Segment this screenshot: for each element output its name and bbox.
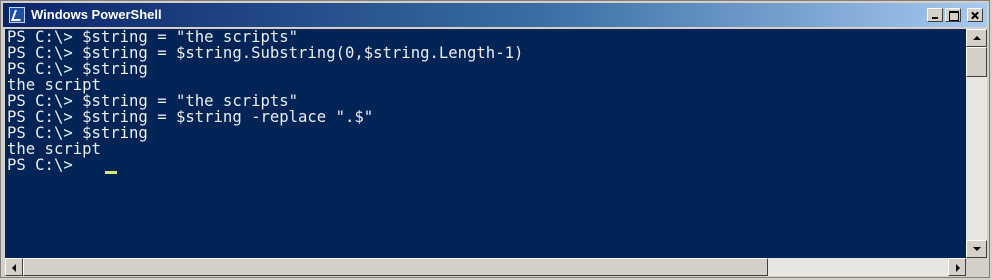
console-line: PS C:\> $string = $string.Substring(0,$s… bbox=[7, 44, 524, 62]
console-line: PS C:\> $string = "the scripts" bbox=[7, 29, 299, 46]
text-cursor bbox=[105, 171, 117, 174]
arrow-right-icon bbox=[956, 264, 960, 272]
arrow-left-icon bbox=[12, 264, 16, 272]
console-line: PS C:\> $string = $string -replace ".$" bbox=[7, 108, 374, 126]
horizontal-scrollbar[interactable] bbox=[5, 258, 966, 276]
console-line: PS C:\> $string = "the scripts" bbox=[7, 92, 299, 110]
horizontal-scroll-thumb[interactable] bbox=[23, 258, 768, 276]
vertical-scroll-thumb[interactable] bbox=[966, 47, 987, 77]
vertical-scrollbar[interactable] bbox=[966, 29, 987, 258]
scroll-down-button[interactable] bbox=[966, 240, 987, 258]
arrow-up-icon bbox=[973, 36, 981, 40]
minimize-button[interactable] bbox=[927, 8, 943, 22]
console-line: the script bbox=[7, 76, 101, 94]
window-title: Windows PowerShell bbox=[31, 7, 162, 22]
powershell-window: Windows PowerShell PS C:\> $string = "th… bbox=[0, 0, 990, 278]
console-line: PS C:\> $string bbox=[7, 124, 148, 142]
arrow-down-icon bbox=[973, 247, 981, 251]
maximize-button[interactable] bbox=[945, 8, 961, 22]
console-line: PS C:\> $string bbox=[7, 60, 148, 78]
scroll-right-button[interactable] bbox=[948, 258, 966, 276]
console-prompt[interactable]: PS C:\> bbox=[7, 157, 82, 173]
powershell-icon[interactable] bbox=[9, 7, 25, 23]
console-output[interactable]: PS C:\> $string = "the scripts" PS C:\> … bbox=[5, 29, 966, 258]
title-bar[interactable]: Windows PowerShell bbox=[3, 3, 987, 27]
scroll-up-button[interactable] bbox=[966, 29, 987, 47]
console-line: the script bbox=[7, 140, 101, 158]
scroll-left-button[interactable] bbox=[5, 258, 23, 276]
close-button[interactable] bbox=[967, 8, 983, 22]
resize-grip[interactable] bbox=[966, 258, 987, 276]
